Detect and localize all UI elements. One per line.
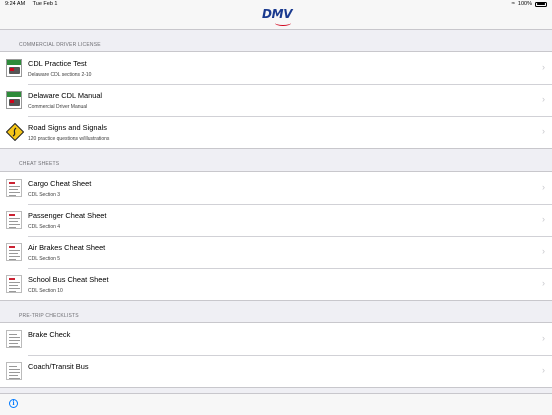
chevron-right-icon: › xyxy=(542,126,545,136)
list-item-coach-transit-bus[interactable]: Coach/Transit Bus › xyxy=(0,355,552,387)
list-item-delaware-cdl-manual[interactable]: Delaware CDL Manual Commercial Driver Ma… xyxy=(0,84,552,116)
list-pre-trip: Brake Check › Coach/Transit Bus › xyxy=(0,322,552,388)
status-date: Tue Feb 1 xyxy=(32,1,58,7)
chevron-right-icon: › xyxy=(542,214,545,224)
list-cdl: CDL Practice Test Delaware CDL sections … xyxy=(0,51,552,149)
logo-swoosh xyxy=(275,20,291,26)
checklist-icon xyxy=(6,330,22,348)
dmv-logo: DMV xyxy=(259,7,295,27)
list-item-passenger-cheat-sheet[interactable]: Passenger Cheat Sheet CDL Section 4 › xyxy=(0,204,552,236)
item-title: CDL Practice Test xyxy=(28,59,87,68)
item-title: Delaware CDL Manual xyxy=(28,91,103,100)
list-cheat-sheets: Cargo Cheat Sheet CDL Section 3 › Passen… xyxy=(0,171,552,301)
item-title: Brake Check xyxy=(28,330,71,339)
chevron-right-icon: › xyxy=(542,62,545,72)
cdl-manual-icon xyxy=(6,91,22,109)
section-header-pre-trip: PRE-TRIP CHECKLISTS xyxy=(19,313,79,319)
list-item-cdl-practice-test[interactable]: CDL Practice Test Delaware CDL sections … xyxy=(0,52,552,84)
cheat-sheet-icon xyxy=(6,211,22,229)
chevron-right-icon: › xyxy=(542,182,545,192)
section-header-cheat-sheets: CHEAT SHEETS xyxy=(19,161,60,167)
list-item-brake-check[interactable]: Brake Check › xyxy=(0,323,552,355)
chevron-right-icon: › xyxy=(542,94,545,104)
wifi-icon: ≈ xyxy=(511,1,515,7)
item-subtitle: Delaware CDL sections 2-10 xyxy=(28,72,92,78)
battery-icon xyxy=(535,1,547,7)
list-item-school-bus-cheat-sheet[interactable]: School Bus Cheat Sheet CDL Section 10 › xyxy=(0,268,552,300)
chevron-right-icon: › xyxy=(542,365,545,375)
item-subtitle: CDL Section 4 xyxy=(28,224,61,230)
cheat-sheet-icon xyxy=(6,243,22,261)
cdl-manual-icon xyxy=(6,59,22,77)
item-subtitle: CDL Section 10 xyxy=(28,288,63,294)
item-title: Cargo Cheat Sheet xyxy=(28,179,92,188)
chevron-right-icon: › xyxy=(542,278,545,288)
winding-road-sign-icon xyxy=(6,123,24,141)
item-title: Passenger Cheat Sheet xyxy=(28,211,107,220)
list-item-road-signs[interactable]: Road Signs and Signals 120 practice ques… xyxy=(0,116,552,148)
item-subtitle: CDL Section 3 xyxy=(28,192,61,198)
item-subtitle: Commercial Driver Manual xyxy=(28,104,88,110)
battery-percent: 100% xyxy=(517,1,532,7)
item-subtitle: CDL Section 5 xyxy=(28,256,61,262)
item-subtitle: 120 practice questions w/illustrations xyxy=(28,136,110,142)
chevron-right-icon: › xyxy=(542,333,545,343)
list-item-air-brakes-cheat-sheet[interactable]: Air Brakes Cheat Sheet CDL Section 5 › xyxy=(0,236,552,268)
bottom-toolbar: i xyxy=(0,393,552,415)
section-header-cdl: COMMERCIAL DRIVER LICENSE xyxy=(19,42,101,48)
item-title: Air Brakes Cheat Sheet xyxy=(28,243,106,252)
status-time: 9:24 AM xyxy=(5,1,26,7)
chevron-right-icon: › xyxy=(542,246,545,256)
item-title: Coach/Transit Bus xyxy=(28,362,89,371)
logo-text: DMV xyxy=(262,7,293,21)
info-icon[interactable]: i xyxy=(9,399,18,408)
checklist-icon xyxy=(6,362,22,380)
list-item-cargo-cheat-sheet[interactable]: Cargo Cheat Sheet CDL Section 3 › xyxy=(0,172,552,204)
item-title: School Bus Cheat Sheet xyxy=(28,275,109,284)
item-title: Road Signs and Signals xyxy=(28,123,107,132)
cheat-sheet-icon xyxy=(6,179,22,197)
navigation-bar: 9:24 AM Tue Feb 1 ≈ 100% DMV xyxy=(0,0,552,30)
cheat-sheet-icon xyxy=(6,275,22,293)
